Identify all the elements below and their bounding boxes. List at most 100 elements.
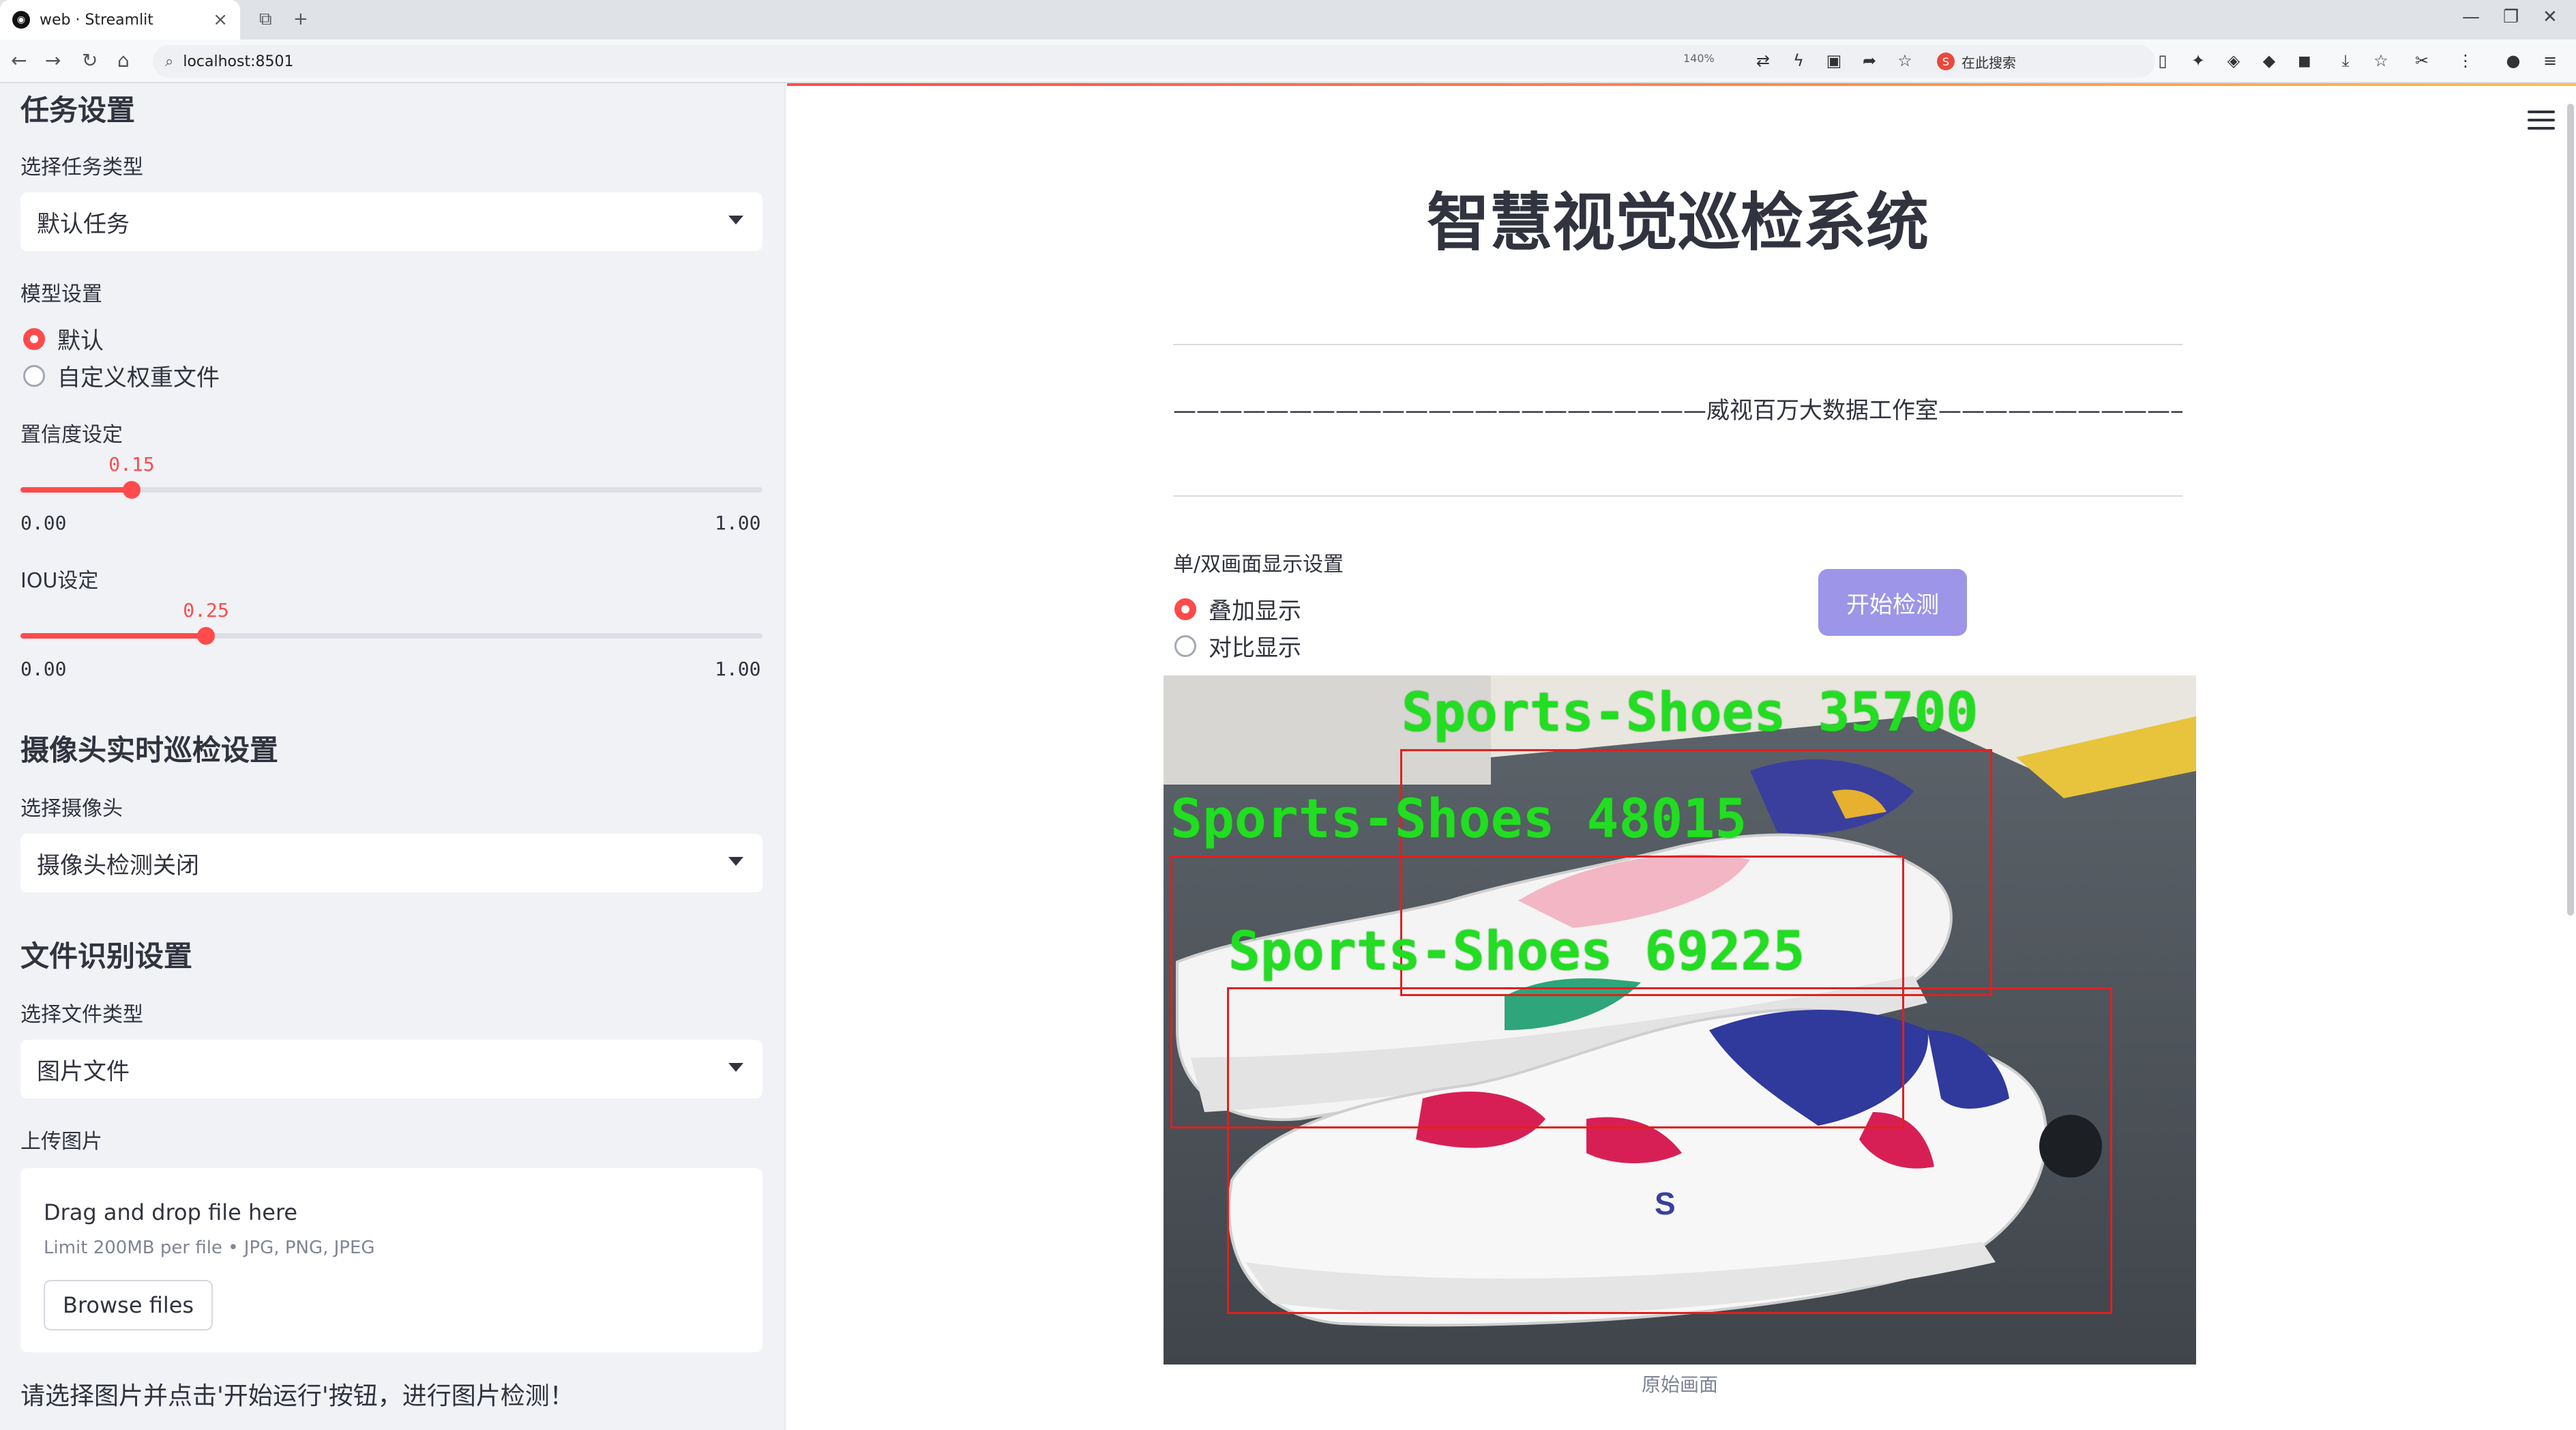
camera-select-label: 选择摄像头 [20,797,123,821]
iou-min: 0.00 [20,658,67,680]
task-type-select[interactable]: 默认任务 [20,192,763,251]
hamburger-menu-icon[interactable] [2528,111,2555,134]
cut-icon[interactable]: ✂ [2412,50,2432,71]
slider-handle[interactable] [123,481,140,499]
back-icon[interactable]: ← [11,49,27,72]
forward-icon[interactable]: → [45,49,61,72]
streamlit-favicon-icon: ◉ [12,11,30,29]
file-type-select[interactable]: 图片文件 [20,1040,763,1098]
image-caption: 原始画面 [1641,1373,1718,1396]
radio-selected-icon [1174,598,1196,620]
site-info-icon[interactable]: ⌕ [165,53,173,70]
divider-top [1173,344,2182,345]
display-radio-overlay[interactable]: 叠加显示 [1174,592,1301,626]
dropzone-instructions: Drag and drop file here [44,1199,298,1225]
model-option-custom: 自定义权重文件 [57,364,220,392]
bookmark-star-icon[interactable]: ☆ [1895,50,1915,71]
iou-slider[interactable]: 0.25 [20,599,763,658]
confidence-value: 0.15 [108,453,155,476]
detection-class: Sports-Shoes [1170,789,1555,850]
upload-hint: 请选择图片并点击'开始运行'按钮，进行图片检测！ [20,1382,574,1410]
browser-toolbar: ← → ↻ ⌂ ⌕ localhost:8501 140% ⇄ ϟ ▣ ➦ ☆ … [0,40,2576,83]
camera-select-value: 摄像头检测关闭 [37,851,199,879]
detection-label: Sports-Shoes 69225 [1228,921,1805,982]
browser-menu-icon[interactable]: ≡ [2540,50,2560,71]
task-type-label: 选择任务类型 [20,156,143,179]
search-placeholder: 在此搜索 [1961,54,2016,71]
file-type-value: 图片文件 [37,1057,130,1085]
display-radio-compare[interactable]: 对比显示 [1174,629,1301,662]
minimize-icon[interactable]: — [2462,7,2480,27]
tab-title: web · Streamlit [40,11,153,29]
chevron-down-icon [728,857,743,866]
detection-score: 48015 [1586,789,1747,850]
download-icon[interactable]: ⤓ [2335,50,2356,71]
confidence-label: 置信度设定 [20,423,123,447]
lightning-icon[interactable]: ϟ [1788,50,1809,71]
radio-unselected-icon [1174,634,1196,657]
address-bar[interactable]: ⌕ localhost:8501 [153,45,2155,78]
browser-tab[interactable]: ◉ web · Streamlit × [0,0,240,40]
task-settings-header: 任务设置 [20,93,136,127]
zoom-level[interactable]: 140% [1683,52,1715,65]
model-radio-default[interactable]: 默认 [23,322,104,355]
translate-icon[interactable]: ⇄ [1753,50,1773,71]
slider-handle[interactable] [197,627,215,645]
detection-score: 35700 [1818,682,1979,744]
model-radio-custom[interactable]: 自定义权重文件 [23,359,220,392]
detection-label: Sports-Shoes 48015 [1170,789,1747,850]
extension-cube-icon[interactable]: ◈ [2223,50,2244,71]
confidence-slider[interactable]: 0.15 [20,453,763,512]
display-option-compare: 对比显示 [1209,634,1301,662]
header-decoration [787,83,2576,86]
radio-unselected-icon [23,364,45,387]
search-engine-box[interactable]: S 在此搜索 [1937,48,2142,75]
tab-close-icon[interactable]: × [213,10,228,30]
detection-class: Sports-Shoes [1402,682,1786,744]
task-type-value: 默认任务 [37,210,130,238]
chevron-down-icon [728,216,743,224]
extension-blue-icon[interactable]: ◆ [2259,50,2279,71]
detection-class: Sports-Shoes [1228,921,1613,982]
camera-settings-header: 摄像头实时巡检设置 [20,733,279,767]
phone-icon[interactable]: ▯ [2152,50,2173,71]
camera-select[interactable]: 摄像头检测关闭 [20,834,763,892]
divider-bottom [1173,495,2182,497]
reload-icon[interactable]: ↻ [82,49,98,72]
new-tab-icon[interactable]: + [293,9,308,29]
restore-icon[interactable]: ❐ [2503,7,2519,27]
share-icon[interactable]: ➦ [1859,50,1880,71]
dropzone-limit: Limit 200MB per file • JPG, PNG, JPEG [44,1238,375,1258]
studio-banner: ———————————————————————威视百万大数据工作室———————… [1173,397,2182,424]
favorites-icon[interactable]: ☆ [2371,50,2391,71]
display-option-overlay: 叠加显示 [1209,598,1301,625]
slider-fill [20,633,206,639]
confidence-min: 0.00 [20,512,67,534]
chevron-down-icon [728,1063,743,1072]
page-title: 智慧视觉巡检系统 [1426,186,1929,259]
detection-box [1227,987,2112,1314]
search-engine-icon: S [1937,53,1955,70]
window-close-icon[interactable]: ✕ [2543,7,2558,27]
browse-files-button[interactable]: Browse files [44,1280,213,1330]
model-settings-label: 模型设置 [20,282,102,306]
display-mode-label: 单/双画面显示设置 [1173,553,1344,577]
slider-fill [20,487,132,493]
tab-groups-icon[interactable]: ⧉ [259,9,272,30]
iou-label: IOU设定 [20,569,99,593]
extension-dark-icon[interactable]: ◼ [2294,50,2315,71]
home-icon[interactable]: ⌂ [117,49,130,72]
detection-image: S Sports-Shoes 35700 Sports-Shoes 48015 … [1164,675,2196,1365]
profile-avatar-icon[interactable]: ● [2503,50,2523,71]
screenshot-icon[interactable]: ▣ [1824,50,1844,71]
file-dropzone[interactable]: Drag and drop file here Limit 200MB per … [20,1168,763,1352]
start-detection-button[interactable]: 开始检测 [1818,569,1967,636]
iou-max: 1.00 [715,658,761,680]
browser-tab-bar: ◉ web · Streamlit × ⧉ + — ❐ ✕ [0,0,2576,40]
file-settings-header: 文件识别设置 [20,939,193,973]
extension-colorful-icon[interactable]: ✦ [2188,50,2208,71]
radio-selected-icon [23,327,45,350]
file-type-label: 选择文件类型 [20,1003,143,1027]
more-menu-icon[interactable]: ⋮ [2455,50,2476,71]
detection-score: 69225 [1644,921,1805,982]
